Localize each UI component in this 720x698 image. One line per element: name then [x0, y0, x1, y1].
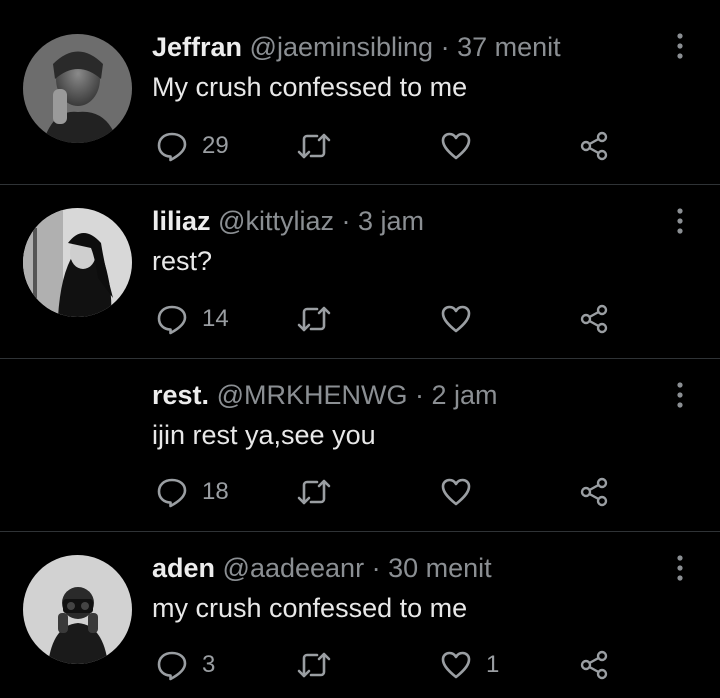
tweet-4[interactable]: aden @aadeeanr · 30 menit my crush confe… [0, 532, 720, 698]
like-button[interactable] [440, 126, 486, 166]
retweet-icon [296, 649, 332, 681]
like-button[interactable]: 1 [440, 645, 499, 685]
separator-dot: · [341, 206, 351, 236]
reply-button[interactable]: 3 [156, 645, 215, 685]
display-name[interactable]: liliaz [152, 206, 211, 236]
share-icon [578, 130, 610, 162]
share-button[interactable] [578, 472, 610, 512]
tweet-3[interactable]: rest. @MRKHENWG · 2 jam ijin rest ya,see… [0, 359, 720, 531]
reply-button[interactable]: 18 [156, 472, 229, 512]
like-icon [440, 649, 472, 681]
share-button[interactable] [578, 299, 610, 339]
share-icon [578, 303, 610, 335]
share-button[interactable] [578, 126, 610, 166]
like-button[interactable] [440, 299, 486, 339]
more-options-icon[interactable] [668, 379, 692, 411]
avatar[interactable] [23, 555, 132, 664]
tweet-header: aden @aadeeanr · 30 menit [152, 552, 492, 584]
avatar[interactable] [23, 208, 132, 317]
reply-count: 29 [202, 132, 229, 159]
avatar[interactable] [23, 34, 132, 143]
tweet-1[interactable]: Jeffran @jaeminsibling · 37 menit My cru… [0, 0, 720, 184]
tweet-2[interactable]: liliaz @kittyliaz · 3 jam rest? 14 [0, 185, 720, 358]
timestamp[interactable]: 3 jam [358, 206, 424, 236]
display-name[interactable]: rest. [152, 380, 209, 410]
like-icon [440, 130, 472, 162]
display-name[interactable]: aden [152, 553, 215, 583]
share-icon [578, 649, 610, 681]
user-handle[interactable]: @jaeminsibling [250, 32, 434, 62]
separator-dot: · [371, 553, 381, 583]
user-handle[interactable]: @kittyliaz [218, 206, 334, 236]
display-name[interactable]: Jeffran [152, 32, 242, 62]
user-handle[interactable]: @MRKHENWG [217, 380, 408, 410]
more-options-icon[interactable] [668, 205, 692, 237]
reply-count: 14 [202, 305, 229, 332]
retweet-button[interactable] [296, 645, 346, 685]
tweet-actions: 14 [150, 299, 650, 339]
retweet-icon [296, 303, 332, 335]
timestamp[interactable]: 37 menit [457, 32, 561, 62]
like-button[interactable] [440, 472, 486, 512]
share-icon [578, 476, 610, 508]
user-handle[interactable]: @aadeeanr [223, 553, 365, 583]
reply-count: 18 [202, 478, 229, 505]
like-count: 1 [486, 651, 500, 678]
tweet-text: rest? [152, 246, 213, 276]
reply-icon [156, 476, 188, 508]
reply-button[interactable]: 14 [156, 299, 229, 339]
tweet-text: My crush confessed to me [152, 72, 468, 102]
like-icon [440, 476, 472, 508]
tweet-header: Jeffran @jaeminsibling · 37 menit [152, 31, 561, 63]
tweet-header: liliaz @kittyliaz · 3 jam [152, 205, 424, 237]
separator-dot: · [414, 380, 424, 410]
more-options-icon[interactable] [668, 30, 692, 62]
timestamp[interactable]: 30 menit [388, 553, 492, 583]
retweet-button[interactable] [296, 472, 346, 512]
tweet-actions: 29 [150, 126, 650, 166]
tweet-actions: 3 1 [150, 645, 650, 685]
retweet-button[interactable] [296, 126, 346, 166]
tweet-text: ijin rest ya,see you [152, 420, 376, 450]
reply-icon [156, 130, 188, 162]
retweet-icon [296, 476, 332, 508]
retweet-button[interactable] [296, 299, 346, 339]
timestamp[interactable]: 2 jam [432, 380, 498, 410]
reply-icon [156, 649, 188, 681]
like-icon [440, 303, 472, 335]
tweet-header: rest. @MRKHENWG · 2 jam [152, 379, 498, 411]
reply-icon [156, 303, 188, 335]
tweet-text: my crush confessed to me [152, 593, 468, 623]
reply-count: 3 [202, 651, 216, 678]
share-button[interactable] [578, 645, 610, 685]
reply-button[interactable]: 29 [156, 126, 229, 166]
tweet-actions: 18 [150, 472, 650, 512]
retweet-icon [296, 130, 332, 162]
more-options-icon[interactable] [668, 552, 692, 584]
separator-dot: · [440, 32, 450, 62]
